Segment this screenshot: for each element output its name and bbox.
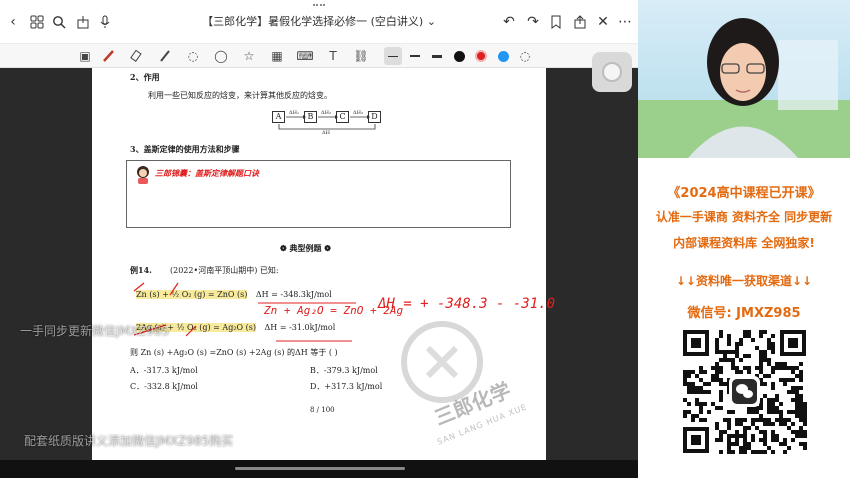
color-black-swatch[interactable]	[450, 47, 468, 65]
watermark-overlay-middle: 一手同步更新微信JMXZ985	[20, 324, 170, 338]
lasso-tool-icon[interactable]: ◌	[184, 47, 202, 65]
color-blue-swatch[interactable]	[494, 47, 512, 65]
bottom-bar	[0, 460, 638, 478]
floating-assistive-button[interactable]	[592, 52, 632, 92]
option-c: C．-332.8 kJ/mol	[130, 382, 198, 391]
microphone-icon[interactable]	[96, 13, 114, 31]
promo-line-2: 认准一手课商 资料齐全 同步更新	[655, 210, 833, 224]
tip-label: 三郎锦囊：盖斯定律解题口诀	[155, 168, 259, 178]
close-icon[interactable]: ✕	[594, 13, 612, 31]
pen-tool-icon[interactable]	[100, 47, 118, 65]
back-icon[interactable]: ‹	[4, 13, 22, 31]
side-panel: 《2024高中课程已开课》 认准一手课商 资料齐全 同步更新 内部课程资料库 全…	[638, 0, 850, 478]
flow-label-2: ΔH₂	[321, 110, 331, 116]
document-viewport[interactable]: 2、作用 利用一些已知反应的焓变，来计算其他反应的焓变。 A B C D ΔH₁	[0, 68, 638, 460]
option-d: D．+317.3 kJ/mol	[310, 382, 383, 391]
image-tool-icon[interactable]: ▣	[76, 47, 94, 65]
app-window: ‹ 【三郎化学】暑假化学选择必修一 (空白讲义) ⌄ ↶ ↷ ✕ ⋯ ▣ ◌ ◯…	[0, 0, 850, 478]
teacher-avatar-icon	[137, 166, 149, 184]
flourish-left-icon: ❁	[280, 243, 287, 253]
page-number: 8 / 100	[310, 406, 335, 414]
promo-line-4: ↓↓资料唯一获取渠道↓↓	[675, 274, 813, 288]
share-icon[interactable]	[74, 13, 92, 31]
eraser-tool-icon[interactable]	[128, 47, 146, 65]
section3-heading: 3、盖斯定律的使用方法和步骤	[130, 144, 240, 154]
grid-icon[interactable]	[28, 13, 46, 31]
photo-tool-icon[interactable]: ▦	[268, 47, 286, 65]
lecture-pane: ‹ 【三郎化学】暑假化学选择必修一 (空白讲义) ⌄ ↶ ↷ ✕ ⋯ ▣ ◌ ◯…	[0, 0, 638, 478]
example-section-title: ❁ 典型例题 ❁	[280, 243, 331, 253]
sticker-tool-icon[interactable]: ☆	[240, 47, 258, 65]
more-icon[interactable]: ⋯	[616, 13, 634, 31]
tip-box: 三郎锦囊：盖斯定律解题口诀	[126, 160, 511, 228]
text-tool-icon[interactable]: T	[324, 47, 342, 65]
flow-label-1: ΔH₁	[289, 110, 299, 116]
option-a: A．-317.3 kJ/mol	[130, 366, 198, 375]
teacher-portrait-icon	[638, 18, 850, 158]
stroke-medium-option[interactable]	[406, 47, 424, 65]
flow-label-3: ΔH₃	[353, 110, 363, 116]
color-picker-icon[interactable]: ◌	[516, 47, 534, 65]
flow-label-total: ΔH	[322, 130, 330, 136]
promo-line-5: 微信号: JMXZ985	[687, 306, 801, 321]
title-bar: ‹ 【三郎化学】暑假化学选择必修一 (空白讲义) ⌄ ↶ ↷ ✕ ⋯	[0, 0, 638, 44]
shape-tool-icon[interactable]: ◯	[212, 47, 230, 65]
flourish-right-icon: ❁	[324, 243, 331, 253]
keyboard-tool-icon[interactable]: ⌨	[296, 47, 314, 65]
home-indicator[interactable]	[235, 467, 405, 470]
document-title[interactable]: 【三郎化学】暑假化学选择必修一 (空白讲义) ⌄	[200, 0, 438, 44]
section2-text: 利用一些已知反应的焓变，来计算其他反应的焓变。	[148, 91, 332, 100]
stroke-thin-option[interactable]	[384, 47, 402, 65]
search-icon[interactable]	[50, 13, 68, 31]
section2-heading: 2、作用	[130, 72, 160, 82]
export-icon[interactable]	[571, 13, 589, 31]
bookmark-icon[interactable]	[547, 13, 565, 31]
link-tool-icon[interactable]: ⛓	[352, 47, 370, 65]
example-number: 例14.	[130, 265, 152, 275]
highlighter-tool-icon[interactable]	[156, 47, 174, 65]
redo-icon[interactable]: ↷	[524, 13, 542, 31]
teacher-camera-feed	[638, 0, 850, 158]
example-source: (2022•河南平顶山期中) 已知:	[170, 266, 279, 275]
watermark-overlay-bottom: 配套纸质版讲义添加微信JMXZ985购买	[24, 434, 234, 448]
option-b: B．-379.3 kJ/mol	[310, 366, 378, 375]
color-red-swatch[interactable]	[472, 47, 490, 65]
annotation-toolbar: ▣ ◌ ◯ ☆ ▦ ⌨ T ⛓ ◌	[0, 44, 638, 68]
promo-line-1: 《2024高中课程已开课》	[667, 186, 821, 201]
wechat-qr-code[interactable]	[681, 328, 808, 455]
lecture-page: 2、作用 利用一些已知反应的焓变，来计算其他反应的焓变。 A B C D ΔH₁	[92, 68, 555, 460]
undo-icon[interactable]: ↶	[500, 13, 518, 31]
qr-code-image	[681, 328, 808, 455]
stroke-thick-option[interactable]	[428, 47, 446, 65]
promo-line-3: 内部课程资料库 全网独家!	[673, 236, 815, 250]
